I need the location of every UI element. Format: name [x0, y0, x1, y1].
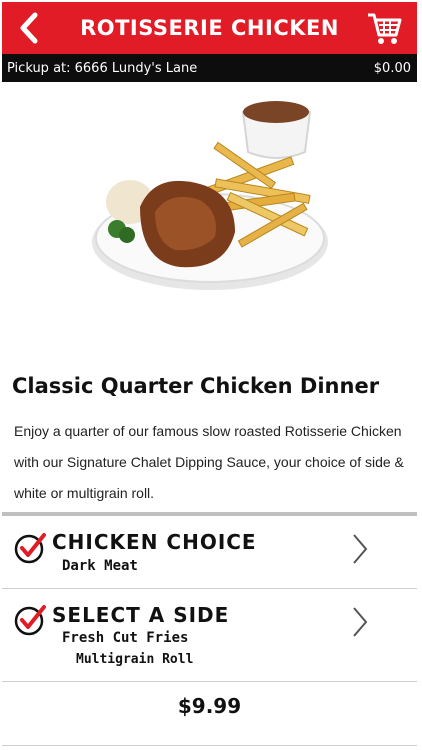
shopping-cart-icon[interactable] [365, 9, 403, 47]
option-divider [2, 681, 417, 682]
option-value: Multigrain Roll [76, 652, 194, 667]
chevron-right-icon [353, 534, 368, 564]
option-value: Dark Meat [62, 558, 138, 574]
option-chicken-choice[interactable]: CHICKEN CHOICE Dark Meat [2, 516, 417, 588]
option-value: Fresh Cut Fries [62, 630, 189, 646]
product-image [92, 101, 328, 290]
product-title: Classic Quarter Chicken Dinner [12, 374, 380, 398]
option-title: CHICKEN CHOICE [52, 530, 257, 554]
page-title: ROTISSERIE CHICKEN [80, 16, 339, 40]
pickup-bar: Pickup at: 6666 Lundy's Lane $0.00 [2, 54, 417, 82]
option-title: SELECT A SIDE [52, 603, 230, 627]
cart-total: $0.00 [373, 60, 411, 76]
pickup-location: Pickup at: 6666 Lundy's Lane [7, 60, 198, 76]
checkmark-circle-icon [14, 533, 46, 564]
back-chevron-icon[interactable] [12, 10, 48, 46]
app-header: ROTISSERIE CHICKEN [2, 2, 417, 54]
checkmark-circle-icon [14, 605, 46, 636]
item-price: $9.99 [177, 694, 242, 718]
bottom-divider [2, 745, 417, 746]
option-select-a-side[interactable]: SELECT A SIDE Fresh Cut Fries Multigrain… [2, 589, 417, 681]
chevron-right-icon [353, 607, 368, 637]
product-description: Enjoy a quarter of our famous slow roast… [14, 423, 404, 501]
